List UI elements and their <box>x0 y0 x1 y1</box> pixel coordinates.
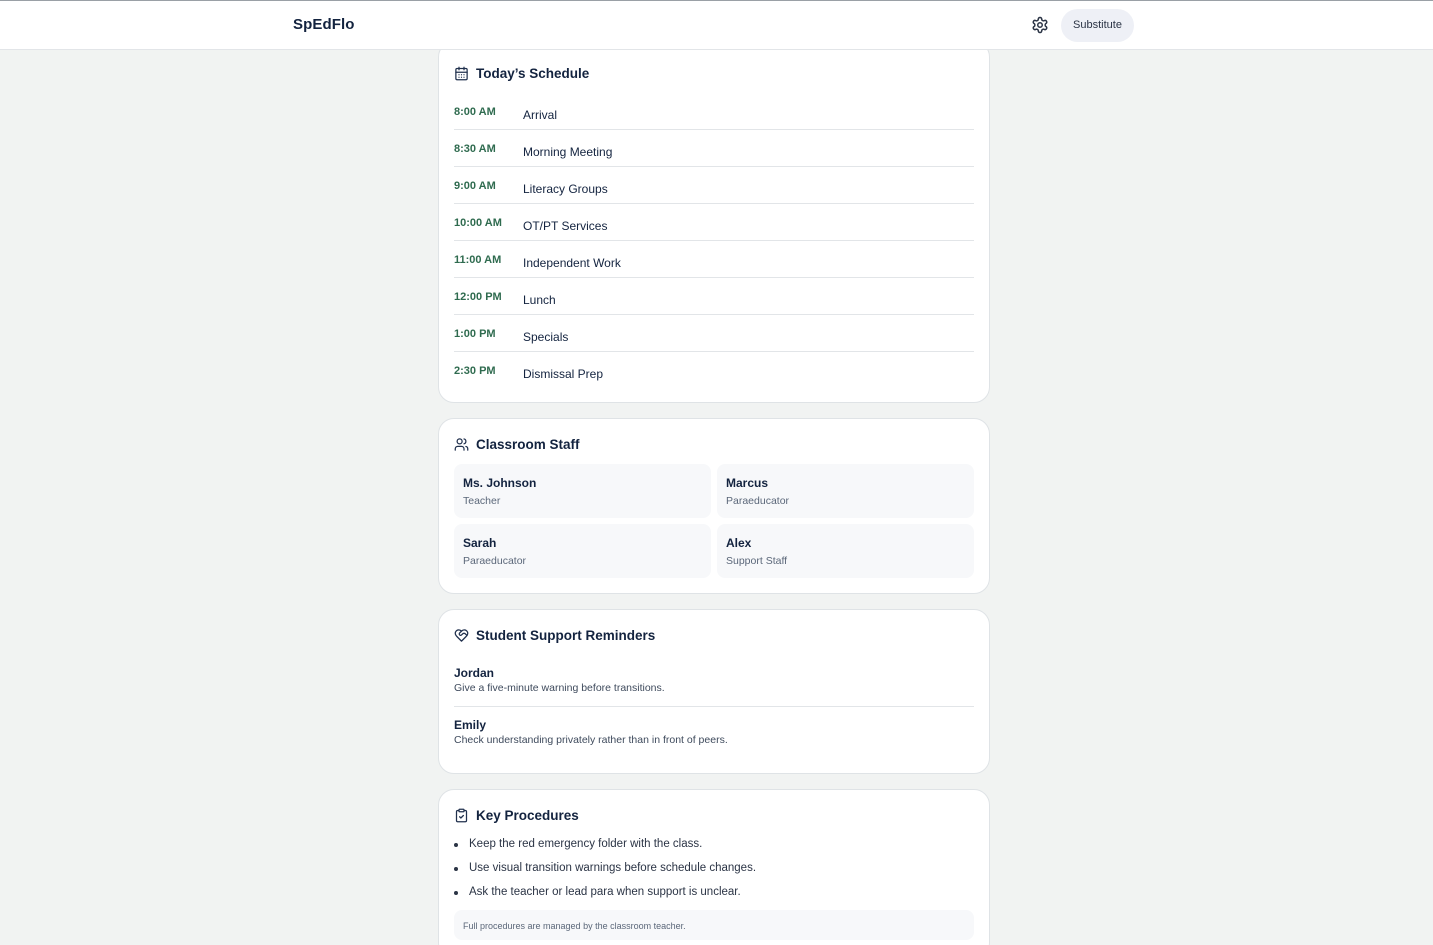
role-badge-button[interactable]: Substitute <box>1061 9 1134 42</box>
staff-header: Classroom Staff <box>454 437 580 452</box>
staff-name: Alex <box>726 536 752 550</box>
reminders-card: Student Support Reminders Jordan Give a … <box>438 609 990 774</box>
schedule-title: Today’s Schedule <box>476 66 590 81</box>
schedule-row: 12:00 PM Lunch <box>454 278 974 315</box>
staff-card: Classroom Staff Ms. Johnson Teacher Marcus… <box>438 418 990 594</box>
staff-name: Sarah <box>463 536 497 550</box>
staff-tile: Marcus Paraeducator <box>717 464 974 518</box>
reminder-student: Emily <box>454 718 487 732</box>
staff-tile: Sarah Paraeducator <box>454 524 711 578</box>
staff-role: Paraeducator <box>726 495 790 507</box>
schedule-row: 1:00 PM Specials <box>454 315 974 352</box>
schedule-time: 8:00 AM <box>454 106 496 118</box>
staff-name: Marcus <box>726 476 769 490</box>
reminder-item: Jordan Give a five-minute warning before… <box>454 666 974 694</box>
reminders-header: Student Support Reminders <box>454 628 655 643</box>
procedure-text: Use visual transition warnings before sc… <box>469 862 757 874</box>
procedure-text: Keep the red emergency folder with the c… <box>469 838 703 850</box>
staff-role: Teacher <box>463 495 501 507</box>
schedule-activity: Morning Meeting <box>523 145 613 159</box>
procedures-footnote: Full procedures are managed by the class… <box>454 910 974 940</box>
schedule-time: 9:00 AM <box>454 180 496 192</box>
reminder-item: Emily Check understanding privately rath… <box>454 718 974 746</box>
schedule-activity: Arrival <box>523 108 558 122</box>
schedule-time: 2:30 PM <box>454 365 496 377</box>
reminder-student: Jordan <box>454 666 495 680</box>
users-icon <box>454 438 469 451</box>
schedule-activity: Literacy Groups <box>523 182 608 196</box>
schedule-row: 8:30 AM Morning Meeting <box>454 130 974 167</box>
schedule-time: 10:00 AM <box>454 217 502 229</box>
reminder-note: Check understanding privately rather tha… <box>454 734 728 746</box>
clipboard-check-icon <box>455 808 468 823</box>
reminder-note: Give a five-minute warning before transi… <box>454 682 665 694</box>
staff-title: Classroom Staff <box>476 437 580 452</box>
staff-role: Paraeducator <box>463 555 527 567</box>
schedule-activity: Dismissal Prep <box>523 367 604 381</box>
procedure-item: Use visual transition warnings before sc… <box>454 862 756 874</box>
schedule-time: 1:00 PM <box>454 328 496 340</box>
schedule-activity: Specials <box>523 330 569 344</box>
schedule-row: 10:00 AM OT/PT Services <box>454 204 974 241</box>
procedure-text: Ask the teacher or lead para when suppor… <box>469 886 741 898</box>
schedule-time: 8:30 AM <box>454 143 496 155</box>
schedule-header: Today’s Schedule <box>454 66 589 81</box>
procedures-header: Key Procedures <box>454 808 579 823</box>
schedule-row: 8:00 AM Arrival <box>454 93 974 130</box>
heart-handshake-icon <box>454 629 469 642</box>
procedure-item: Keep the red emergency folder with the c… <box>454 838 702 850</box>
reminders-title: Student Support Reminders <box>476 628 656 643</box>
schedule-activity: Independent Work <box>523 256 621 270</box>
divider <box>454 706 974 707</box>
schedule-time: 12:00 PM <box>454 291 502 303</box>
schedule-row: 11:00 AM Independent Work <box>454 241 974 278</box>
schedule-activity: Lunch <box>523 293 556 307</box>
procedures-title: Key Procedures <box>476 808 579 823</box>
staff-name: Ms. Johnson <box>463 476 537 490</box>
schedule-activity: OT/PT Services <box>523 219 608 233</box>
brand-logo[interactable]: SpEdFlo <box>293 16 355 33</box>
gear-icon[interactable] <box>1031 16 1049 34</box>
schedule-card: Today’s Schedule 8:00 AM Arrival 8:30 AM Mo… <box>438 41 990 403</box>
top-bar: SpEdFlo Substitute <box>0 1 1433 50</box>
staff-tile: Ms. Johnson Teacher <box>454 464 711 518</box>
procedure-item: Ask the teacher or lead para when suppor… <box>454 886 741 898</box>
schedule-row: 9:00 AM Literacy Groups <box>454 167 974 204</box>
staff-role: Support Staff <box>726 555 788 567</box>
staff-tile: Alex Support Staff <box>717 524 974 578</box>
calendar-icon <box>455 66 468 81</box>
schedule-row: 2:30 PM Dismissal Prep <box>454 352 974 389</box>
procedures-card: Key Procedures Keep the red emergency fo… <box>438 789 990 945</box>
schedule-time: 11:00 AM <box>454 254 502 266</box>
